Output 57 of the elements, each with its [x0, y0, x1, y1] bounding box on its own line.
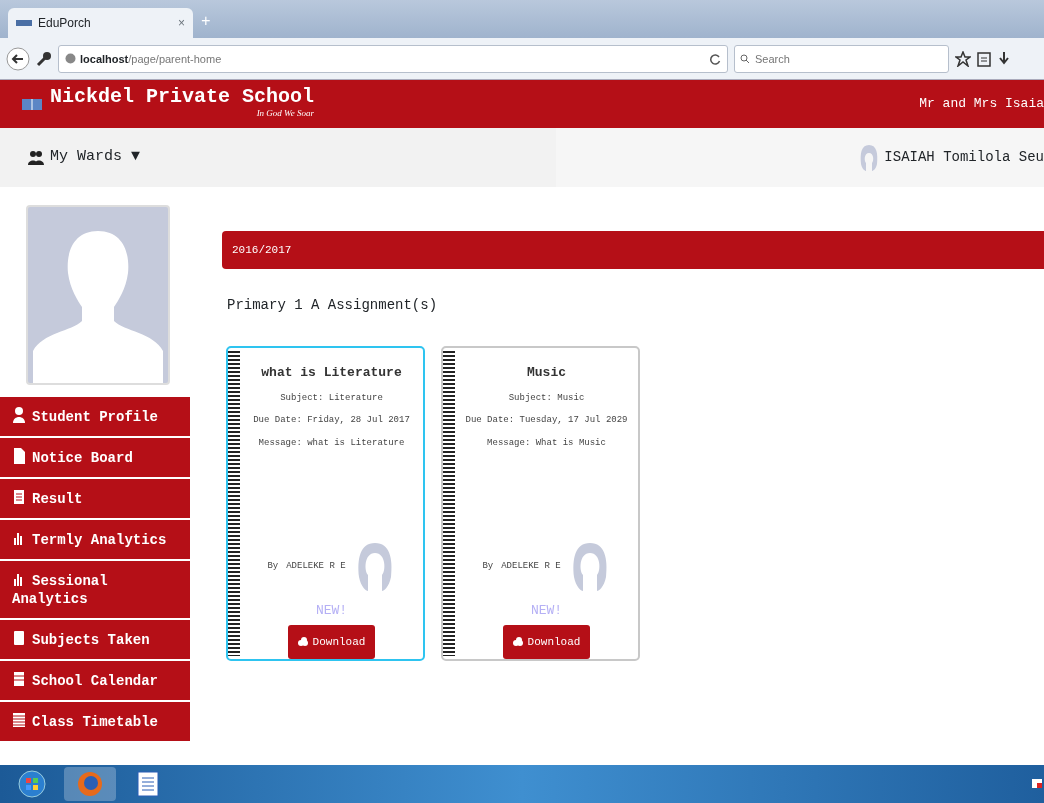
reload-icon[interactable] — [709, 52, 721, 65]
ward-name: ISAIAH Tomilola Seu — [884, 148, 1044, 167]
sidebar-item[interactable]: Notice Board — [0, 438, 190, 477]
assignment-card[interactable]: what is Literature Subject: Literature Due Date: Friday, 28 Jul 2017 Message: what is Literature By ADELEKE R E NEW! Download — [226, 346, 425, 661]
new-label: NEW! — [315, 602, 348, 620]
cloud-icon — [297, 636, 308, 647]
clipboard-icon[interactable] — [977, 50, 991, 67]
sidebar-item[interactable]: Termly Analytics — [0, 520, 190, 559]
subject-text: Subject: Literature — [280, 391, 383, 405]
address-field[interactable]: localhost/page/parent-home — [58, 44, 728, 73]
windows-logo-icon — [18, 770, 46, 798]
school-name: Nickdel Private School — [50, 87, 315, 108]
sidebar-item[interactable]: Result — [0, 479, 190, 518]
document-icon — [137, 771, 159, 797]
download-button[interactable]: Download — [502, 624, 591, 659]
star-icon[interactable] — [955, 50, 971, 67]
message-text: Message: what is Literature — [258, 436, 405, 450]
download-button[interactable]: Download — [287, 624, 376, 659]
search-field[interactable]: Search — [734, 44, 949, 73]
due-date-text: Due Date: Tuesday, 17 Jul 2029 — [465, 414, 628, 427]
by-label: By — [267, 560, 279, 574]
assignment-title: Music — [527, 364, 566, 382]
search-icon — [740, 53, 750, 64]
due-date-text: Due Date: Friday, 28 Jul 2017 — [253, 414, 410, 427]
cloud-icon — [512, 636, 523, 647]
sidebar-item[interactable]: Sessional Analytics — [0, 561, 190, 618]
new-label: NEW! — [530, 602, 563, 620]
message-text: Message: What is Music — [487, 436, 606, 450]
close-tab-button[interactable]: × — [178, 16, 185, 30]
by-label: By — [482, 560, 494, 574]
document-icon — [12, 448, 26, 464]
assignment-card[interactable]: Music Subject: Music Due Date: Tuesday, 17 Jul 2029 Message: What is Music By ADELEKE R E NEW! Download — [441, 346, 640, 661]
sidebar-item[interactable]: Class Timetable — [0, 702, 190, 741]
assignment-title: what is Literature — [261, 364, 402, 382]
wards-menu[interactable]: My Wards ▼ — [50, 146, 140, 169]
teacher-name: ADELEKE R E — [286, 560, 346, 574]
section-title: Primary 1 A Assignment(s) — [227, 296, 439, 315]
person-icon — [12, 407, 26, 423]
url-text: localhost/page/parent-home — [80, 52, 223, 65]
list-icon — [12, 489, 26, 505]
sidebar-item[interactable]: School Calendar — [0, 661, 190, 700]
teacher-name: ADELEKE R E — [501, 560, 561, 574]
back-icon[interactable] — [6, 46, 30, 71]
people-icon — [28, 149, 44, 166]
table-icon — [12, 712, 26, 728]
subject-text: Subject: Music — [508, 391, 585, 405]
sidebar-item[interactable]: Student Profile — [0, 397, 190, 436]
flag-icon[interactable] — [1030, 777, 1044, 791]
sidebar-item[interactable]: Subjects Taken — [0, 620, 190, 659]
user-name: Mr and Mrs Isaia — [919, 95, 1044, 114]
school-motto: In God We Soar — [255, 107, 315, 121]
favicon-icon — [16, 18, 32, 28]
session-bar: 2016/2017 — [222, 231, 1044, 269]
browser-tab[interactable]: EduPorch × — [8, 8, 193, 38]
calendar-icon — [12, 671, 26, 687]
key-icon — [36, 50, 52, 67]
download-icon[interactable] — [997, 50, 1011, 67]
